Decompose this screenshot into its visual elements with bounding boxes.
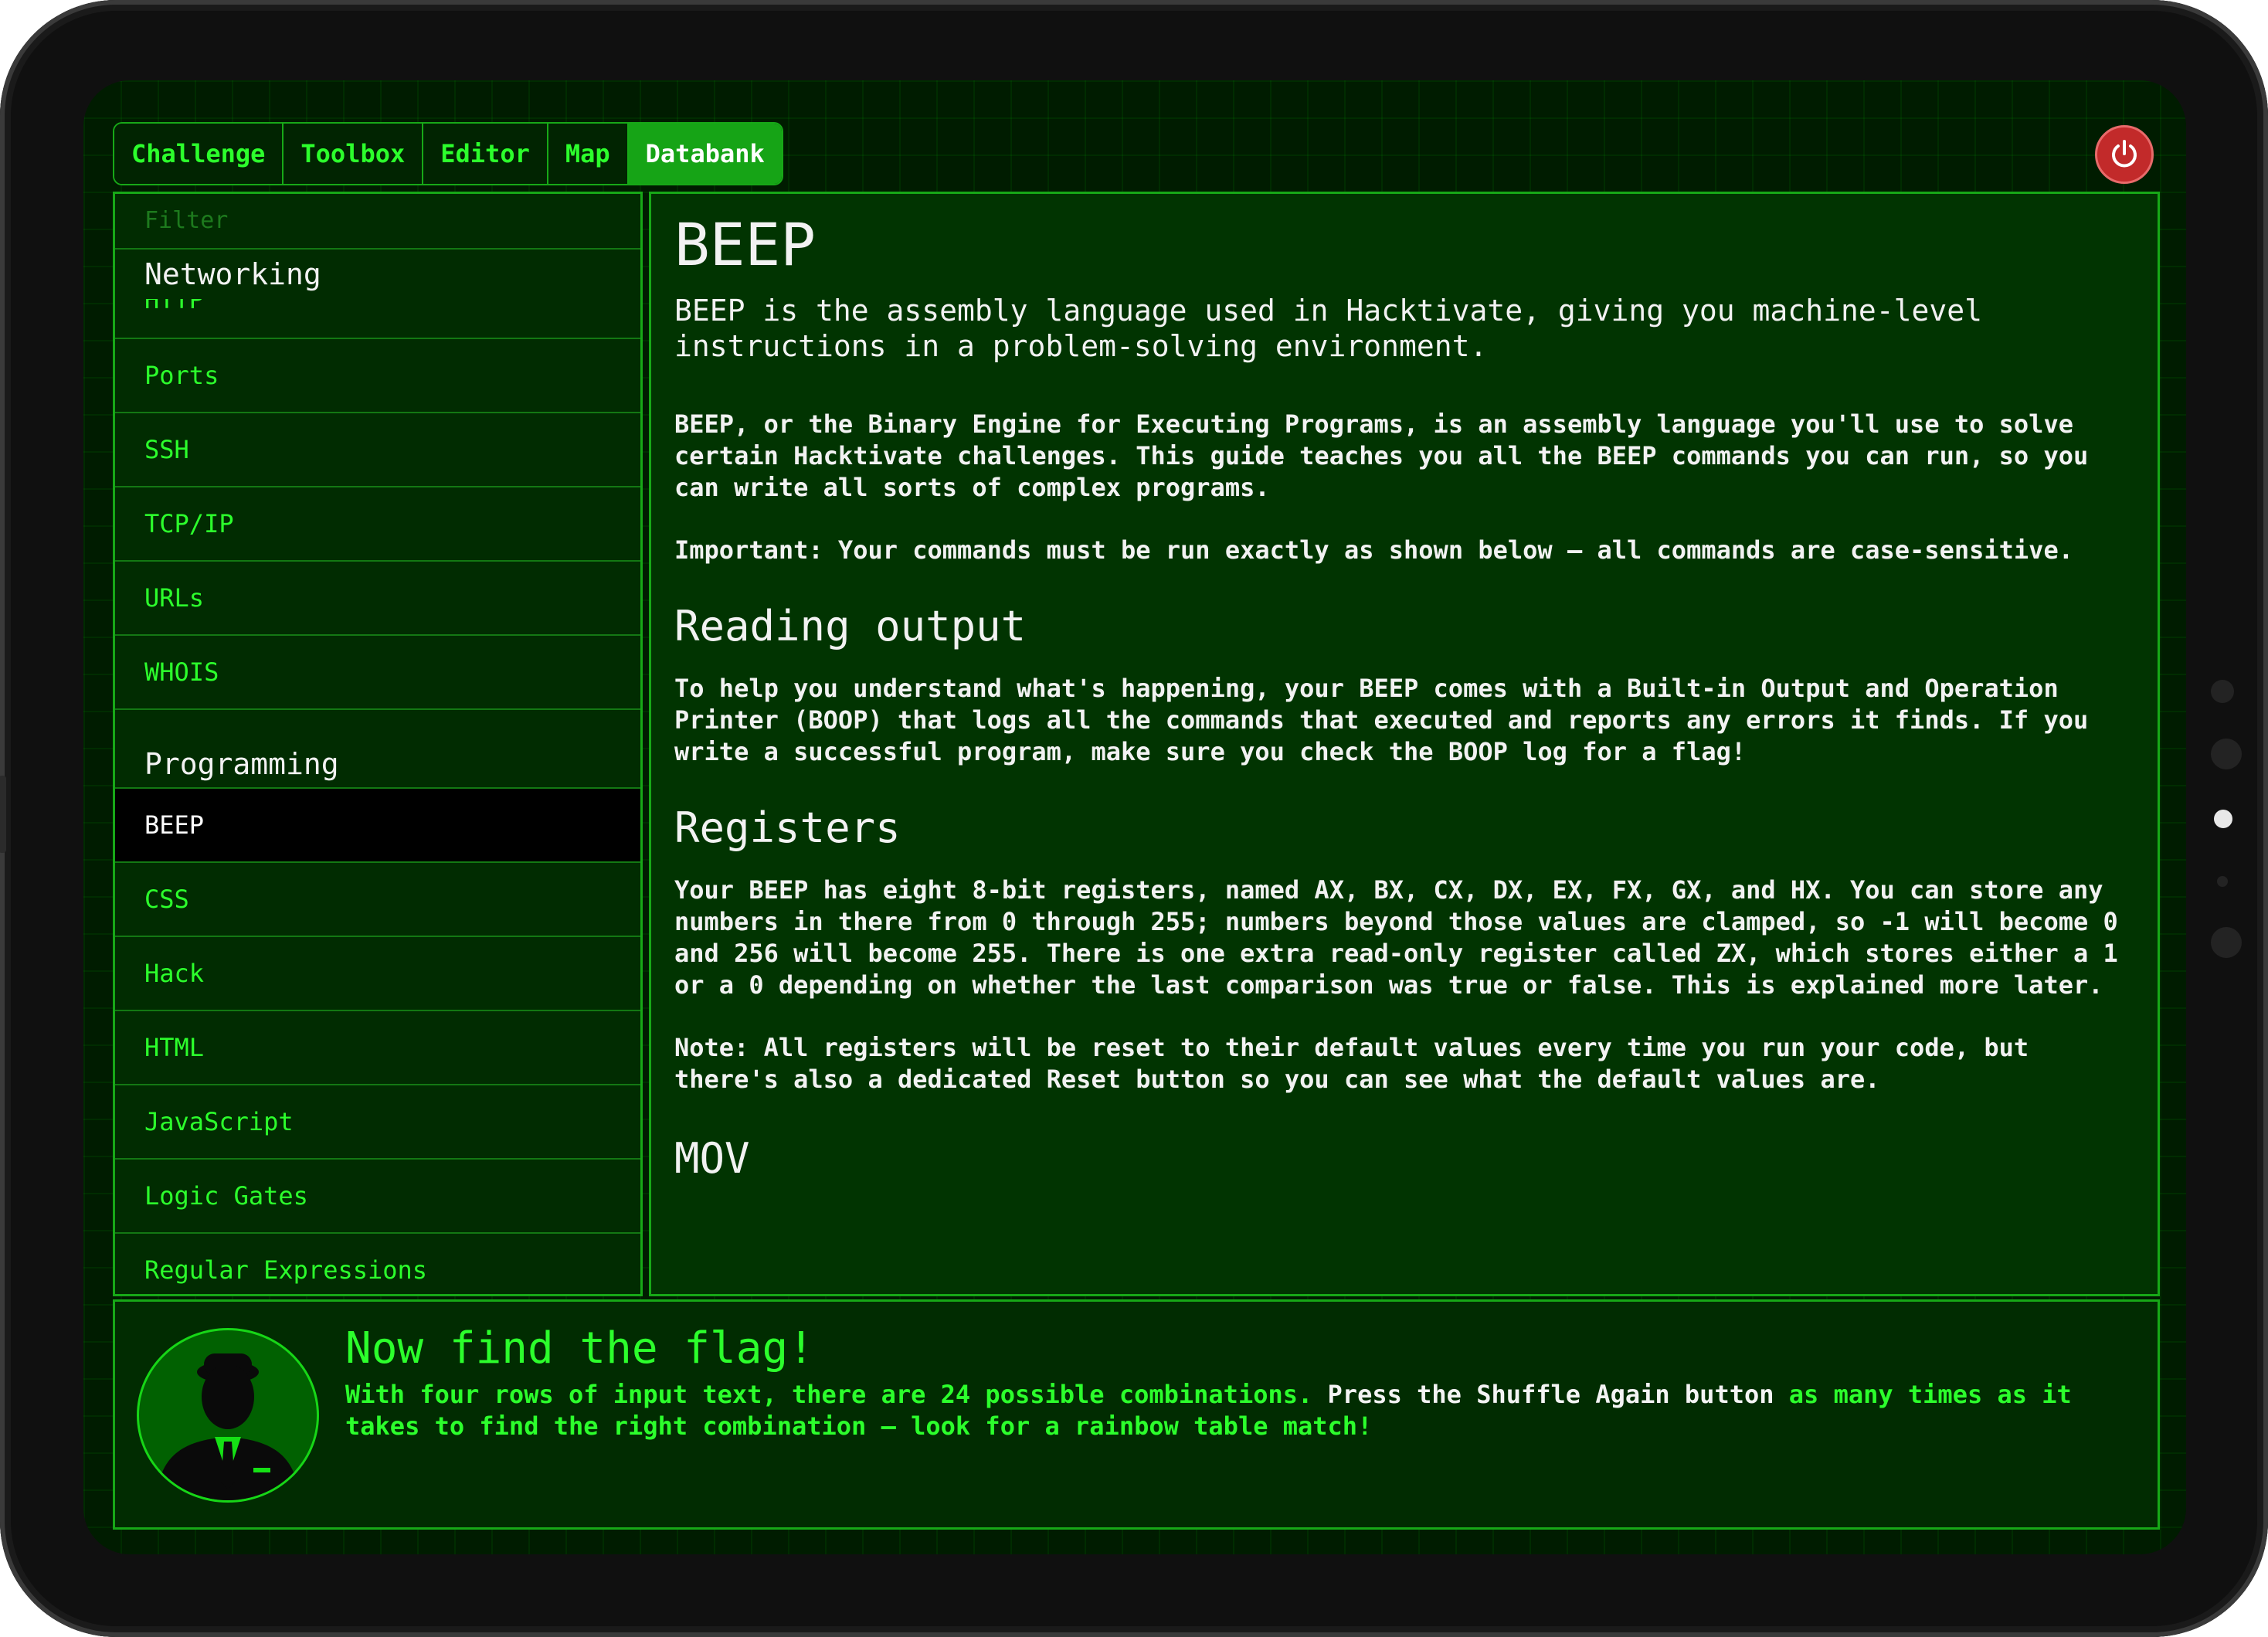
- hint-text: With four rows of input text, there are …: [345, 1380, 2072, 1441]
- camera-array: [2211, 0, 2242, 1637]
- article-panel[interactable]: BEEP BEEP is the assembly language used …: [649, 192, 2160, 1296]
- sidebar-item-http[interactable]: HTTP: [115, 299, 640, 339]
- sidebar-item-logic-gates[interactable]: Logic Gates: [115, 1160, 640, 1234]
- power-icon: [2112, 140, 2137, 168]
- ipad-frame: Challenge Toolbox Editor Map Databank Fi…: [0, 0, 2268, 1637]
- sidebar-item-regular-expressions[interactable]: Regular Expressions: [115, 1234, 640, 1294]
- sidebar-item-urls[interactable]: URLs: [115, 562, 640, 636]
- tab-map[interactable]: Map: [548, 124, 629, 184]
- sidebar-item-html[interactable]: HTML: [115, 1011, 640, 1085]
- reading-output-text: To help you understand what's happening,…: [674, 674, 2089, 766]
- hint-emphasis: Press the Shuffle Again button: [1327, 1380, 1774, 1409]
- agent-silhouette-icon: [156, 1353, 300, 1500]
- heading-reading-output: Reading output: [674, 602, 1027, 650]
- article-lead: BEEP is the assembly language used in Ha…: [674, 294, 1982, 363]
- hint-panel: Now find the flag! With four rows of inp…: [113, 1299, 2160, 1530]
- sidebar-item-ports[interactable]: Ports: [115, 339, 640, 413]
- sidebar-item-ssh[interactable]: SSH: [115, 413, 640, 487]
- app-screen: Challenge Toolbox Editor Map Databank Fi…: [83, 80, 2186, 1554]
- sidebar-item-tcpip[interactable]: TCP/IP: [115, 487, 640, 562]
- tab-challenge[interactable]: Challenge: [114, 124, 284, 184]
- tab-bar: Challenge Toolbox Editor Map Databank: [113, 122, 783, 185]
- volume-button: [0, 776, 6, 853]
- sidebar-item-hack[interactable]: Hack: [115, 937, 640, 1011]
- sidebar-item-beep[interactable]: BEEP: [115, 789, 640, 863]
- agent-avatar: [137, 1328, 319, 1503]
- hint-title: Now find the flag!: [345, 1323, 814, 1374]
- sidebar-item-javascript[interactable]: JavaScript: [115, 1085, 640, 1160]
- heading-registers: Registers: [674, 803, 901, 852]
- tab-editor[interactable]: Editor: [423, 124, 548, 184]
- power-button[interactable]: [2095, 125, 2154, 184]
- databank-sidebar: Filter Networking HTTP Ports SSH TCP/IP …: [113, 192, 643, 1296]
- sidebar-item-css[interactable]: CSS: [115, 863, 640, 937]
- registers-note: Note: All registers will be reset to the…: [674, 1033, 2029, 1094]
- article-intro: BEEP, or the Binary Engine for Executing…: [674, 409, 2089, 502]
- sidebar-item-whois[interactable]: WHOIS: [115, 636, 640, 710]
- filter-input[interactable]: Filter: [115, 194, 640, 250]
- article-important-note: Important: Your commands must be run exa…: [674, 535, 2073, 565]
- section-header-programming: Programming: [115, 710, 640, 789]
- heading-mov: MOV: [674, 1134, 750, 1183]
- article-title: BEEP: [674, 210, 817, 279]
- tab-toolbox[interactable]: Toolbox: [284, 124, 424, 184]
- section-header-networking: Networking: [144, 257, 321, 291]
- tab-databank[interactable]: Databank: [628, 124, 782, 184]
- registers-text: Your BEEP has eight 8-bit registers, nam…: [674, 875, 2118, 1000]
